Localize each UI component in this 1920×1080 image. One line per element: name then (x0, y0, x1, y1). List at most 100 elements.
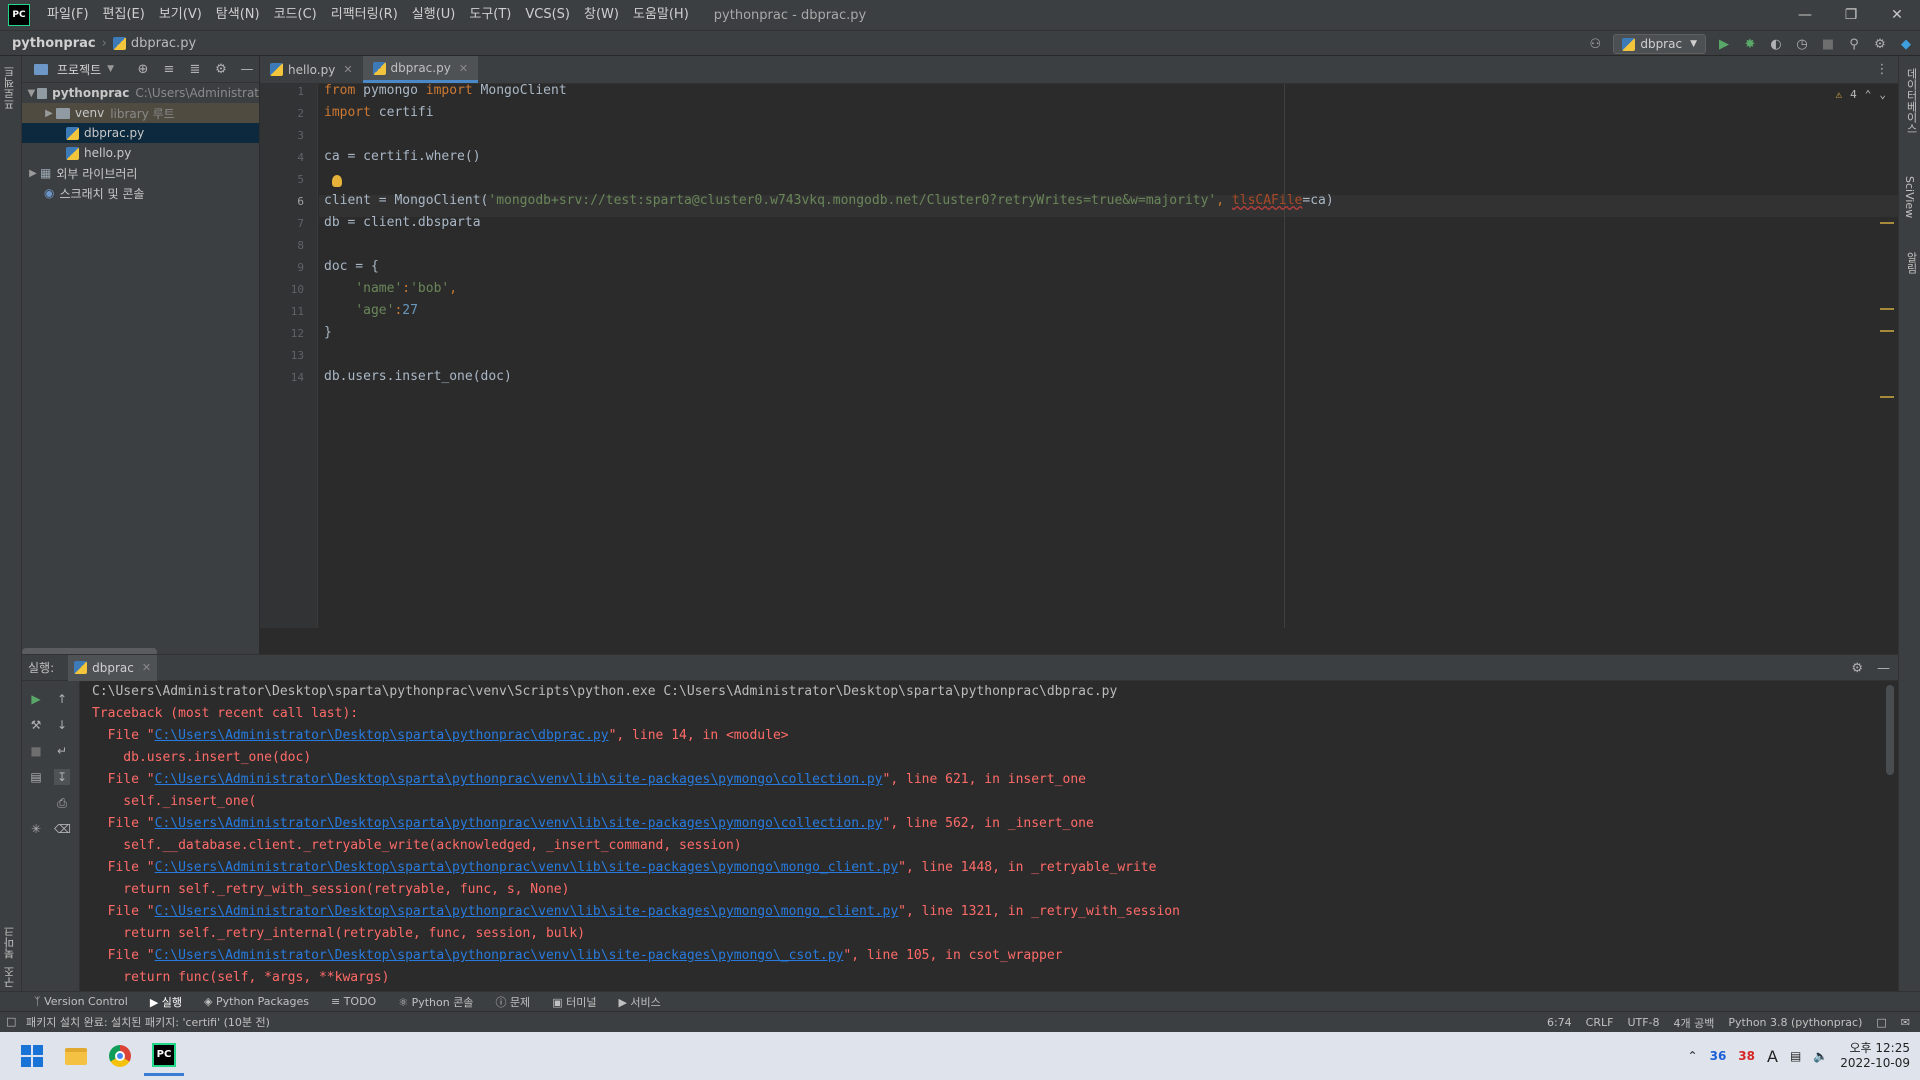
warning-stripe-marker[interactable] (1880, 308, 1894, 310)
menu-tools[interactable]: 도구(T) (462, 0, 518, 30)
close-tab-icon[interactable]: ✕ (343, 63, 352, 76)
warning-stripe-marker[interactable] (1880, 330, 1894, 332)
soft-wrap-icon[interactable]: ↵ (54, 743, 70, 759)
console-file-link[interactable]: C:\Users\Administrator\Desktop\sparta\py… (155, 728, 609, 743)
tree-item-dbprac[interactable]: dbprac.py (22, 123, 259, 143)
chevron-down-icon[interactable]: ▼ (107, 64, 114, 74)
console-file-link[interactable]: C:\Users\Administrator\Desktop\sparta\py… (155, 860, 899, 875)
gear-icon[interactable]: ⚙ (1872, 37, 1888, 52)
restore-button[interactable]: ❐ (1828, 0, 1874, 30)
chrome-button[interactable] (100, 1036, 140, 1076)
console-file-link[interactable]: C:\Users\Administrator\Desktop\sparta\py… (155, 904, 899, 919)
console-file-link[interactable]: C:\Users\Administrator\Desktop\sparta\py… (155, 948, 844, 963)
layout-icon[interactable]: ▤ (28, 769, 44, 785)
console-output[interactable]: C:\Users\Administrator\Desktop\sparta\py… (82, 681, 1874, 992)
file-encoding[interactable]: UTF-8 (1627, 1016, 1659, 1029)
toolwin-todo[interactable]: ≡ TODO (331, 995, 376, 1008)
stripe-structure-tab[interactable]: 구조 (2, 966, 18, 988)
stop-icon[interactable]: ■ (28, 743, 44, 759)
menu-file[interactable]: 파일(F) (40, 0, 96, 30)
close-tab-icon[interactable]: ✕ (459, 62, 468, 75)
toolwin-services[interactable]: ▶ 서비스 (618, 994, 660, 1010)
line-separator[interactable]: CRLF (1586, 1016, 1614, 1029)
menu-vcs[interactable]: VCS(S) (518, 0, 577, 30)
notifications-icon[interactable]: ✉ (1901, 1016, 1910, 1029)
chevron-down-icon[interactable]: ⌄ (1879, 88, 1886, 101)
stripe-database-tab[interactable]: 데이터베이스 (1903, 68, 1919, 134)
menu-navigate[interactable]: 탐색(N) (209, 0, 267, 30)
panel-toggle-icon[interactable]: □ (6, 1015, 16, 1028)
gear-icon[interactable]: ⚙ (213, 62, 229, 77)
collapse-all-icon[interactable]: ≣ (187, 62, 203, 77)
gear-icon[interactable]: ⚙ (1851, 661, 1863, 676)
locate-icon[interactable]: ⊕ (135, 62, 151, 77)
menu-run[interactable]: 실행(U) (405, 0, 463, 30)
search-icon[interactable]: ⚲ (1846, 37, 1862, 52)
tray-indicator-blue[interactable]: 36 (1710, 1049, 1727, 1063)
chevron-up-icon[interactable]: ⌃ (1688, 1049, 1698, 1063)
stop-icon[interactable]: ■ (1820, 37, 1836, 52)
toolwin-version-control[interactable]: ᛉ Version Control (34, 995, 128, 1008)
code-line[interactable]: ca = certifi.where() (324, 146, 481, 168)
tab-hello-py[interactable]: hello.py ✕ (260, 56, 363, 83)
console-file-link[interactable]: C:\Users\Administrator\Desktop\sparta\py… (155, 816, 883, 831)
menu-code[interactable]: 코드(C) (267, 0, 324, 30)
tree-item-project-root[interactable]: ▼ pythonprac C:\Users\Administrat (22, 83, 259, 103)
wrench-icon[interactable]: ⚒ (28, 717, 44, 733)
caret-position[interactable]: 6:74 (1547, 1016, 1572, 1029)
code-line[interactable]: 'age':27 (324, 300, 418, 322)
clock[interactable]: 오후 12:25 2022-10-09 (1840, 1041, 1910, 1071)
more-tabs-icon[interactable]: ⋮ (1874, 62, 1890, 77)
start-button[interactable] (12, 1036, 52, 1076)
code-line[interactable]: client = MongoClient('mongodb+srv://test… (324, 190, 1334, 212)
menu-help[interactable]: 도움말(H) (626, 0, 696, 30)
code-line[interactable]: from pymongo import MongoClient (324, 80, 567, 102)
arrow-down-icon[interactable]: ↓ (54, 717, 70, 733)
file-explorer-button[interactable] (56, 1036, 96, 1076)
code-line[interactable]: } (324, 322, 332, 344)
run-tab-dbprac[interactable]: dbprac ✕ (68, 654, 158, 681)
stripe-sciview-tab[interactable]: SciView (1903, 176, 1916, 218)
lock-icon[interactable]: □ (1876, 1016, 1886, 1029)
chevron-up-icon[interactable]: ⌃ (1865, 88, 1872, 101)
code-line[interactable]: 'name':'bob', (324, 278, 457, 300)
tray-indicator-red[interactable]: 38 (1738, 1049, 1755, 1063)
jetbrains-icon[interactable]: ◆ (1898, 37, 1914, 52)
status-message[interactable]: 패키지 설치 완료: 설치된 패키지: 'certifi' (10분 전) (0, 1014, 270, 1030)
lightbulb-icon[interactable] (332, 175, 342, 187)
coverage-icon[interactable]: ◐ (1768, 37, 1784, 52)
code-line[interactable]: doc = { (324, 256, 379, 278)
debug-icon[interactable]: ✸ (1742, 37, 1758, 52)
arrow-up-icon[interactable]: ↑ (54, 691, 70, 707)
toolwin-python-packages[interactable]: ◈ Python Packages (204, 995, 309, 1008)
trash-icon[interactable]: ⌫ (54, 821, 71, 837)
tree-item-external-libraries[interactable]: ▶ ▦ 외부 라이브러리 (22, 163, 259, 183)
python-interpreter[interactable]: Python 3.8 (pythonprac) (1728, 1016, 1862, 1029)
menu-view[interactable]: 보기(V) (152, 0, 209, 30)
inspection-widget[interactable]: ⚠ 4 ⌃ ⌄ (1836, 88, 1887, 101)
toolwin-python-console[interactable]: ⚛ Python 콘솔 (398, 994, 473, 1010)
ime-indicator[interactable]: A (1767, 1047, 1778, 1066)
tree-item-venv[interactable]: ▶ venv library 루트 (22, 103, 259, 123)
run-icon[interactable]: ▶ (1716, 37, 1732, 52)
hide-icon[interactable]: — (1877, 661, 1890, 676)
minimize-button[interactable]: — (1782, 0, 1828, 30)
toolwin-run[interactable]: ▶ 실행 (150, 994, 182, 1010)
user-icon[interactable]: ⚇ (1587, 37, 1603, 52)
stripe-bookmarks-tab[interactable]: 북마크 (2, 926, 18, 959)
close-tab-icon[interactable]: ✕ (142, 661, 151, 674)
tree-item-scratches[interactable]: ◉ 스크래치 및 콘솔 (22, 183, 259, 203)
speaker-icon[interactable]: 🔈 (1813, 1049, 1828, 1063)
code-line[interactable]: db = client.dbsparta (324, 212, 481, 234)
close-window-button[interactable]: ✕ (1874, 0, 1920, 30)
chevron-right-icon[interactable]: ▶ (42, 108, 56, 119)
menu-window[interactable]: 창(W) (577, 0, 626, 30)
project-title[interactable]: 프로젝트 (57, 61, 101, 78)
chevron-down-icon[interactable]: ▼ (26, 88, 37, 99)
rerun-icon[interactable]: ▶ (28, 691, 44, 707)
indent-setting[interactable]: 4개 공백 (1674, 1015, 1715, 1031)
tab-dbprac-py[interactable]: dbprac.py ✕ (362, 56, 479, 83)
breadcrumb-file[interactable]: dbprac.py (131, 36, 196, 51)
hide-icon[interactable]: — (239, 62, 255, 77)
toolwin-terminal[interactable]: ▣ 터미널 (552, 994, 596, 1010)
